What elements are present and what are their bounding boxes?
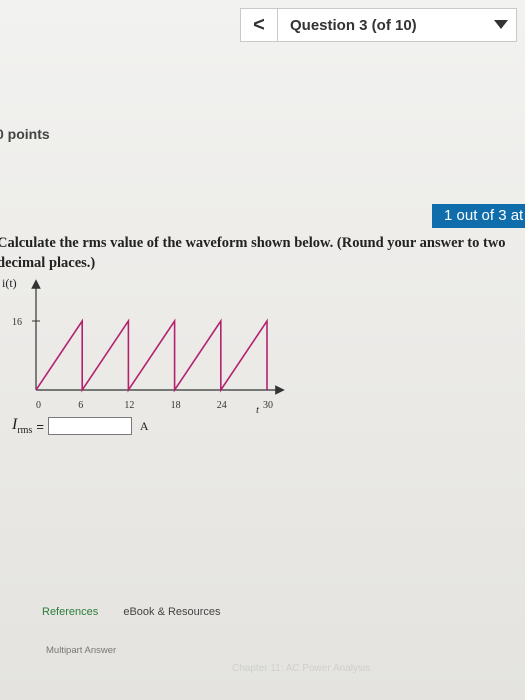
y-axis-label: i(t) <box>2 276 17 290</box>
unit-label: A <box>139 418 149 433</box>
x-tick-label: 12 <box>124 400 134 411</box>
x-tick-label: 0 <box>36 400 41 411</box>
multipart-answer-label: Multipart Answer <box>46 645 117 656</box>
chapter-label: Chapter 11: AC Power Analysis <box>232 663 371 674</box>
tab-ebook-resources[interactable]: eBook & Resources <box>123 606 220 618</box>
attempt-badge: 1 out of 3 at <box>432 204 525 228</box>
x-tick-label: 6 <box>78 400 83 411</box>
question-title: Question 3 (of 10) <box>290 16 417 34</box>
sawtooth-waveform <box>35 318 268 393</box>
x-tick-labels: 0 6 12 18 24 30 <box>36 400 273 411</box>
resource-tabs: References eBook & Resources <box>42 606 221 618</box>
y-tick-label: 16 <box>12 317 22 328</box>
points-label: 0 points <box>0 126 50 142</box>
irms-answer-input[interactable] <box>47 417 132 436</box>
previous-question-button[interactable]: < <box>241 9 278 41</box>
waveform-graph: i(t) 16 0 6 12 18 24 30 t <box>2 276 285 416</box>
caret-down-icon <box>494 20 508 29</box>
irms-label: Irms <box>12 416 33 437</box>
tab-references[interactable]: References <box>42 606 98 618</box>
question-text: Calculate the rms value of the waveform … <box>0 235 506 271</box>
x-tick-label: 24 <box>217 400 227 411</box>
question-navigator: < Question 3 (of 10) <box>240 8 517 42</box>
question-dropdown-button[interactable] <box>486 9 516 41</box>
chevron-left-icon: < <box>253 13 265 36</box>
equals-sign: = <box>36 418 44 434</box>
x-tick-label: 18 <box>171 400 181 411</box>
x-axis-label: t <box>256 404 260 416</box>
answer-row: Irms = A <box>12 416 149 436</box>
x-tick-label: 30 <box>263 400 273 411</box>
